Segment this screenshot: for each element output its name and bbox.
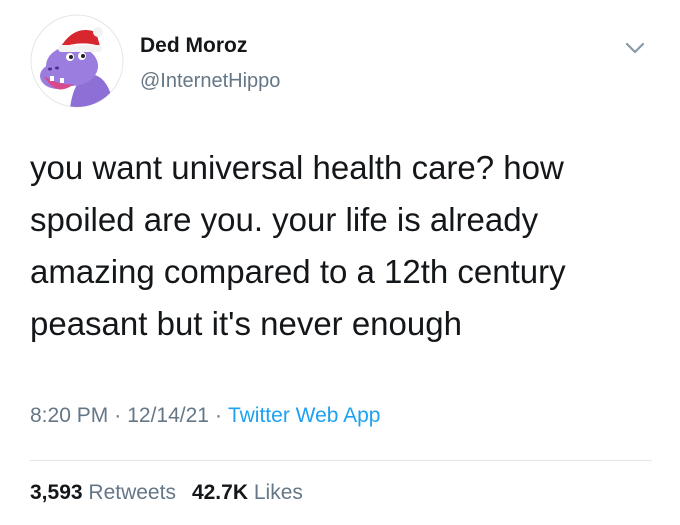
retweets-stat[interactable]: 3,593 Retweets bbox=[30, 481, 176, 504]
separator: · bbox=[114, 404, 122, 427]
retweets-label: Retweets bbox=[88, 481, 176, 504]
tweet-metadata: 8:20 PM · 12/14/21 · Twitter Web App bbox=[30, 404, 381, 428]
tweet-text: you want universal health care? how spoi… bbox=[30, 149, 566, 342]
avatar[interactable] bbox=[30, 14, 124, 108]
display-name[interactable]: Ded Moroz bbox=[140, 34, 247, 58]
tweet-time[interactable]: 8:20 PM bbox=[30, 404, 108, 427]
divider bbox=[30, 460, 652, 461]
user-handle[interactable]: @InternetHippo bbox=[140, 70, 280, 93]
more-options-button[interactable] bbox=[620, 36, 650, 60]
engagement-stats: 3,593 Retweets 42.7K Likes bbox=[30, 481, 319, 505]
hippo-avatar-icon bbox=[30, 14, 124, 108]
tweet-source-link[interactable]: Twitter Web App bbox=[228, 404, 381, 427]
tweet-date[interactable]: 12/14/21 bbox=[127, 404, 209, 427]
likes-count: 42.7K bbox=[191, 481, 248, 504]
separator: · bbox=[214, 404, 222, 427]
likes-label: Likes bbox=[253, 481, 303, 504]
chevron-down-icon bbox=[625, 42, 645, 54]
likes-stat[interactable]: 42.7K Likes bbox=[192, 481, 303, 504]
tweet-card: Ded Moroz @InternetHippo you want univer… bbox=[0, 0, 680, 525]
retweets-count: 3,593 bbox=[30, 481, 83, 504]
